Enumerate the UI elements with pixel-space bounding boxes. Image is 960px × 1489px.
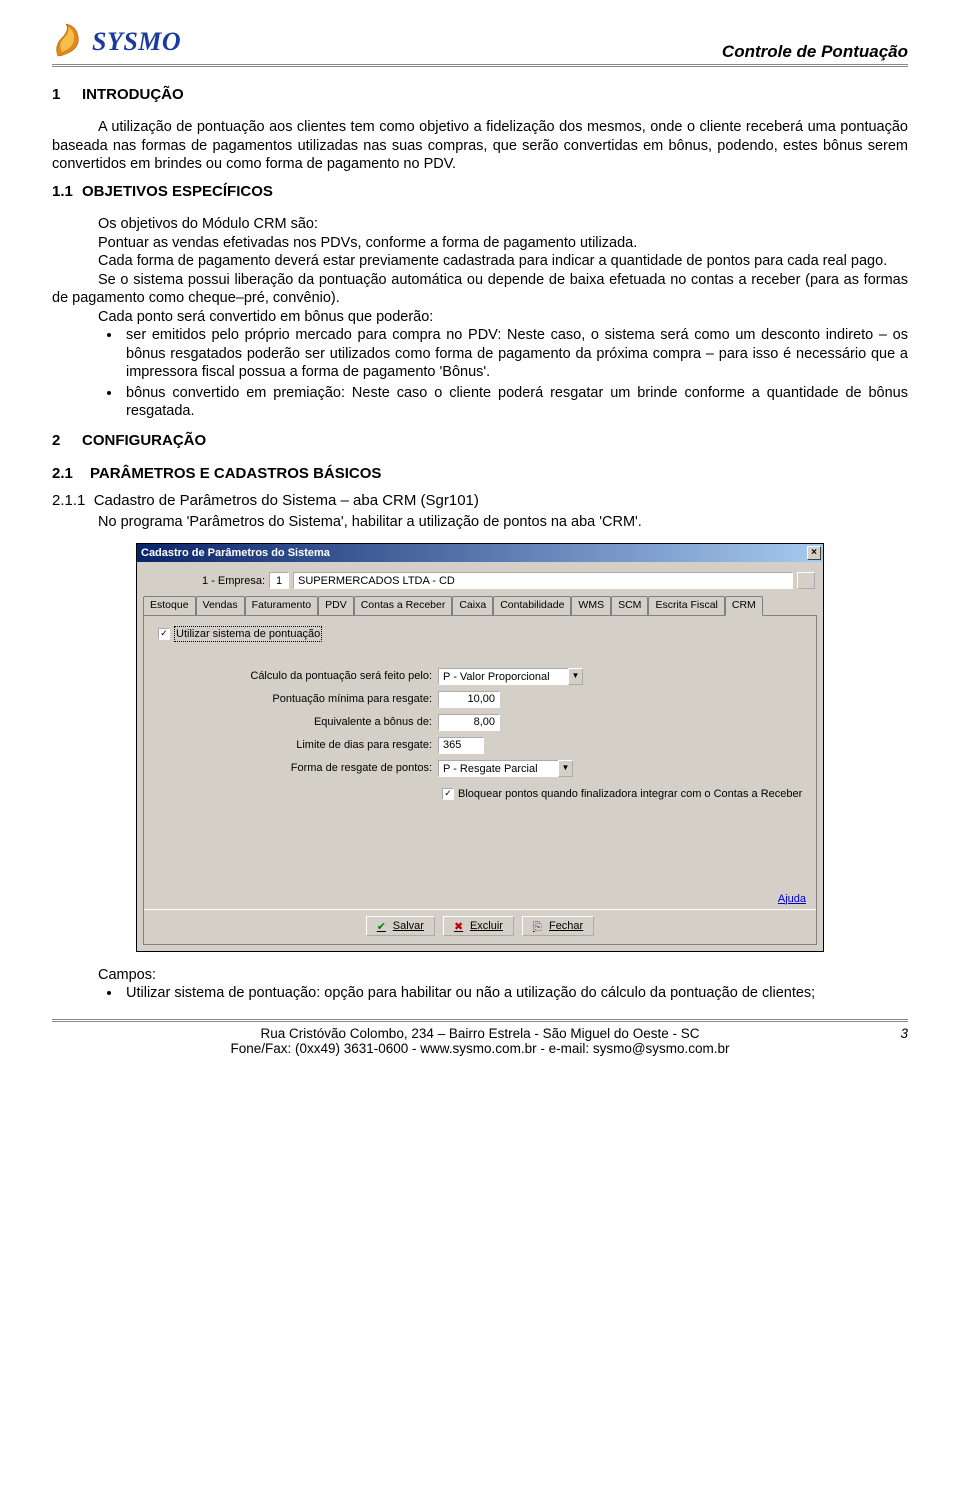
forma-resgate-combo[interactable]: P - Resgate Parcial▼ — [438, 760, 573, 777]
excluir-button[interactable]: ✖Excluir — [443, 916, 514, 936]
empresa-code-input[interactable] — [269, 572, 289, 589]
s11-p4: Se o sistema possui liberação da pontuaç… — [52, 271, 908, 308]
forma-resgate-label: Forma de resgate de pontos: — [152, 761, 432, 775]
parametros-window: Cadastro de Parâmetros do Sistema × 1 - … — [136, 543, 824, 951]
tab-pdv[interactable]: PDV — [318, 596, 354, 615]
campos-list: Utilizar sistema de pontuação: opção par… — [52, 984, 908, 1003]
ajuda-link[interactable]: Ajuda — [778, 892, 806, 906]
section-1-heading: 1INTRODUÇÃO — [52, 85, 908, 104]
limite-dias-input[interactable] — [438, 737, 484, 754]
tab-faturamento[interactable]: Faturamento — [245, 596, 319, 615]
s11-p1: Os objetivos do Módulo CRM são: — [52, 215, 908, 234]
section-2-1-1-heading: 2.1.1 Cadastro de Parâmetros do Sistema … — [52, 491, 908, 510]
document-body: 1INTRODUÇÃO A utilização de pontuação ao… — [52, 85, 908, 1003]
page-number: 3 — [900, 1026, 908, 1041]
footer-line-1: Rua Cristóvão Colombo, 234 – Bairro Estr… — [52, 1026, 908, 1041]
section-1-para: A utilização de pontuação aos clientes t… — [52, 118, 908, 174]
s11-b1: ser emitidos pelo próprio mercado para c… — [122, 326, 908, 382]
section-2-1-heading: 2.1PARÂMETROS E CADASTROS BÁSICOS — [52, 464, 908, 483]
equivalente-bonus-input[interactable] — [438, 714, 500, 731]
tab-crm[interactable]: CRM — [725, 596, 763, 615]
logo-text: SYSMO — [92, 27, 181, 57]
s11-p3: Cada forma de pagamento deverá estar pre… — [52, 252, 908, 271]
tab-strip: EstoqueVendasFaturamentoPDVContas a Rece… — [137, 595, 823, 614]
footer-line-2: Fone/Fax: (0xx49) 3631-0600 - www.sysmo.… — [52, 1041, 908, 1056]
s11-p2: Pontuar as vendas efetivadas nos PDVs, c… — [52, 234, 908, 253]
section-2-1-1-para: No programa 'Parâmetros do Sistema', hab… — [52, 513, 908, 532]
empresa-label: 1 - Empresa: — [145, 574, 265, 588]
tab-escrita-fiscal[interactable]: Escrita Fiscal — [648, 596, 724, 615]
fechar-button[interactable]: ⎘Fechar — [522, 916, 594, 936]
window-titlebar: Cadastro de Parâmetros do Sistema × — [137, 544, 823, 562]
s11-b2: bônus convertido em premiação: Neste cas… — [122, 384, 908, 421]
equivalente-bonus-label: Equivalente a bônus de: — [152, 715, 432, 729]
campos-b1: Utilizar sistema de pontuação: opção par… — [122, 984, 908, 1003]
document-title: Controle de Pontuação — [722, 42, 908, 62]
empresa-name-field[interactable]: SUPERMERCADOS LTDA - CD — [293, 572, 793, 589]
s11-p5: Cada ponto será convertido em bônus que … — [52, 308, 908, 327]
check-icon: ✔ — [377, 920, 389, 932]
calculo-combo[interactable]: P - Valor Proporcional▼ — [438, 668, 583, 685]
sysmo-logo-icon — [52, 22, 88, 62]
utilizar-pontuacao-label: Utilizar sistema de pontuação — [174, 626, 322, 642]
page-footer: Rua Cristóvão Colombo, 234 – Bairro Estr… — [52, 1019, 908, 1056]
pontuacao-minima-label: Pontuação mínima para resgate: — [152, 692, 432, 706]
calculo-label: Cálculo da pontuação será feito pelo: — [152, 669, 432, 683]
pontuacao-minima-input[interactable] — [438, 691, 500, 708]
tab-estoque[interactable]: Estoque — [143, 596, 196, 615]
bloquear-pontos-checkbox[interactable]: ✓ — [442, 788, 454, 800]
chevron-down-icon[interactable]: ▼ — [558, 760, 573, 777]
window-title: Cadastro de Parâmetros do Sistema — [141, 546, 330, 560]
tab-panel-crm: ✓ Utilizar sistema de pontuação Cálculo … — [143, 615, 817, 945]
utilizar-pontuacao-checkbox[interactable]: ✓ — [158, 628, 170, 640]
tab-caixa[interactable]: Caixa — [452, 596, 493, 615]
campos-heading: Campos: — [52, 966, 908, 985]
tab-contabilidade[interactable]: Contabilidade — [493, 596, 571, 615]
s11-bullets: ser emitidos pelo próprio mercado para c… — [52, 326, 908, 421]
bloquear-pontos-label: Bloquear pontos quando finalizadora inte… — [458, 787, 802, 801]
limite-dias-label: Limite de dias para resgate: — [152, 738, 432, 752]
tab-scm[interactable]: SCM — [611, 596, 648, 615]
section-1-1-heading: 1.1OBJETIVOS ESPECÍFICOS — [52, 182, 908, 201]
empresa-lookup-button[interactable] — [797, 572, 815, 589]
close-icon[interactable]: × — [807, 546, 821, 560]
tab-contas-a-receber[interactable]: Contas a Receber — [354, 596, 453, 615]
tab-wms[interactable]: WMS — [571, 596, 611, 615]
chevron-down-icon[interactable]: ▼ — [568, 668, 583, 685]
page-header: SYSMO Controle de Pontuação — [52, 22, 908, 67]
door-icon: ⎘ — [533, 920, 545, 932]
logo: SYSMO — [52, 22, 181, 62]
salvar-button[interactable]: ✔Salvar — [366, 916, 435, 936]
section-2-heading: 2CONFIGURAÇÃO — [52, 431, 908, 450]
tab-vendas[interactable]: Vendas — [196, 596, 245, 615]
x-icon: ✖ — [454, 920, 466, 932]
